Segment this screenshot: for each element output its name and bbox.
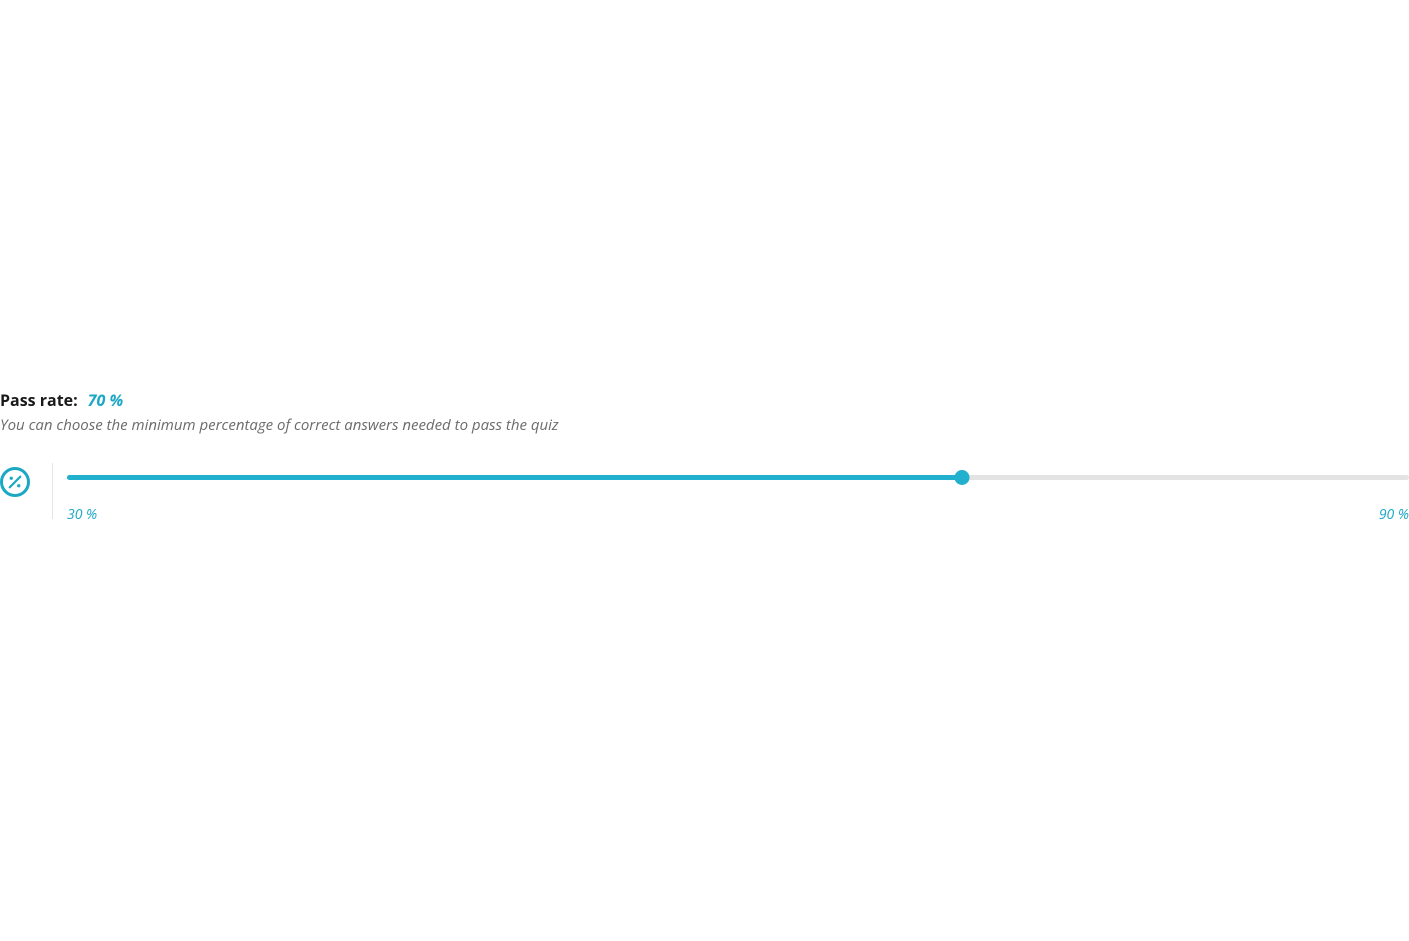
pass-rate-description: You can choose the minimum percentage of… bbox=[0, 415, 1409, 435]
pass-rate-label: Pass rate: bbox=[0, 389, 78, 411]
slider-thumb[interactable] bbox=[954, 470, 969, 485]
pass-rate-slider-row: 30 % 90 % bbox=[0, 463, 1409, 524]
slider-track-fill bbox=[67, 475, 962, 480]
slider-max-label: 90 % bbox=[1379, 505, 1409, 524]
percent-icon bbox=[0, 467, 30, 497]
slider-min-label: 30 % bbox=[67, 505, 97, 524]
pass-rate-slider[interactable] bbox=[67, 469, 1409, 487]
pass-rate-slider-column: 30 % 90 % bbox=[67, 463, 1409, 524]
slider-range-labels: 30 % 90 % bbox=[67, 505, 1409, 524]
pass-rate-value: 70 % bbox=[88, 389, 123, 411]
pass-rate-section: Pass rate: 70 % You can choose the minim… bbox=[0, 389, 1409, 524]
pass-rate-header: Pass rate: 70 % bbox=[0, 389, 1409, 411]
percent-icon-wrap bbox=[0, 463, 32, 497]
vertical-divider bbox=[52, 463, 53, 519]
